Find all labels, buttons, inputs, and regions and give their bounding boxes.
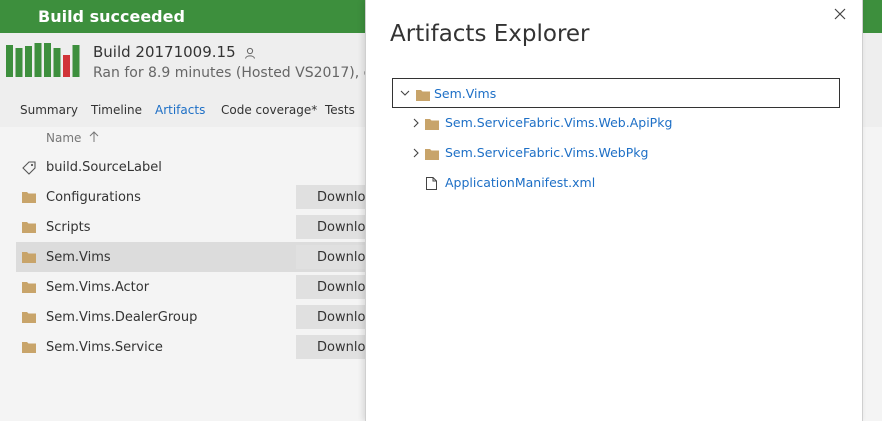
artifact-name: Configurations <box>46 190 141 205</box>
tree-node[interactable]: ApplicationManifest.xml <box>392 168 840 198</box>
download-button[interactable]: Downloa <box>296 275 366 299</box>
arrow-up-icon <box>89 131 99 142</box>
build-history-bar[interactable] <box>63 55 70 77</box>
artifact-row-selected[interactable]: Sem.Vims Downloa <box>16 242 366 272</box>
folder-icon <box>416 90 430 101</box>
build-title-line: Build 20171009.15 <box>93 43 256 61</box>
tab-artifacts[interactable]: Artifacts <box>155 103 205 117</box>
tab-code-coverage[interactable]: Code coverage* <box>221 103 317 117</box>
build-history-bar[interactable] <box>34 43 42 77</box>
folder-icon <box>425 119 439 130</box>
panel-title: Artifacts Explorer <box>390 21 590 47</box>
download-button[interactable]: Downloa <box>296 245 366 269</box>
build-history-bar[interactable] <box>25 46 32 77</box>
tree-node-label[interactable]: ApplicationManifest.xml <box>445 175 595 190</box>
artifact-row[interactable]: Scripts Downloa <box>16 212 366 242</box>
tab-tests[interactable]: Tests <box>325 103 355 117</box>
download-button[interactable]: Downloa <box>296 215 366 239</box>
tab-summary[interactable]: Summary <box>20 103 78 117</box>
folder-icon <box>425 149 439 160</box>
build-history-bar[interactable] <box>15 48 23 77</box>
build-title: Build 20171009.15 <box>93 43 236 61</box>
tab-timeline[interactable]: Timeline <box>91 103 142 117</box>
build-history-bar[interactable] <box>53 48 61 77</box>
name-column-label: Name <box>46 131 82 145</box>
folder-icon <box>22 252 36 263</box>
build-status-text: Build succeeded <box>38 7 185 26</box>
artifact-name: build.SourceLabel <box>46 160 162 175</box>
chevron-down-icon[interactable] <box>400 89 410 97</box>
download-label: Downloa <box>317 340 366 355</box>
folder-icon <box>22 282 36 293</box>
artifact-row[interactable]: Sem.Vims.Service Downloa <box>16 332 366 362</box>
close-icon[interactable] <box>832 6 848 22</box>
tree-node-label[interactable]: Sem.ServiceFabric.Vims.WebPkg <box>445 145 648 160</box>
chevron-right-icon[interactable] <box>412 148 420 158</box>
download-label: Downloa <box>317 280 366 295</box>
download-button[interactable]: Downloa <box>296 335 366 359</box>
tree-node-label[interactable]: Sem.ServiceFabric.Vims.Web.ApiPkg <box>445 115 672 130</box>
artifact-row[interactable]: Sem.Vims.Actor Downloa <box>16 272 366 302</box>
tree-node-selected[interactable]: Sem.Vims <box>392 78 840 108</box>
build-history-bar[interactable] <box>6 45 13 77</box>
download-label: Downloa <box>317 310 366 325</box>
artifact-row[interactable]: Configurations Downloa <box>16 182 366 212</box>
artifact-name: Sem.Vims.Service <box>46 340 163 355</box>
name-column-header[interactable]: Name <box>46 131 99 145</box>
artifacts-explorer-panel: Artifacts Explorer Sem.Vims Sem.ServiceF… <box>365 0 863 421</box>
download-label: Downloa <box>317 250 366 265</box>
file-icon <box>426 177 437 190</box>
artifact-name: Sem.Vims.Actor <box>46 280 150 295</box>
artifact-row[interactable]: build.SourceLabel <box>16 152 366 182</box>
artifacts-list: build.SourceLabel Configurations Downloa… <box>16 152 366 362</box>
artifact-name: Sem.Vims <box>46 250 111 265</box>
artifacts-tree: Sem.Vims Sem.ServiceFabric.Vims.Web.ApiP… <box>392 78 840 198</box>
artifact-name: Scripts <box>46 220 91 235</box>
download-label: Downloa <box>317 220 366 235</box>
download-label: Downloa <box>317 190 366 205</box>
tag-icon <box>22 161 36 175</box>
tree-node[interactable]: Sem.ServiceFabric.Vims.WebPkg <box>392 138 840 168</box>
build-subtitle: Ran for 8.9 minutes (Hosted VS2017), c <box>93 65 372 81</box>
build-history-chart[interactable] <box>6 41 86 77</box>
build-history-bar[interactable] <box>44 43 51 77</box>
folder-icon <box>22 192 36 203</box>
person-icon <box>245 47 256 59</box>
chevron-right-icon[interactable] <box>412 118 420 128</box>
folder-icon <box>22 342 36 353</box>
folder-icon <box>22 312 36 323</box>
download-button[interactable]: Downloa <box>296 305 366 329</box>
download-button[interactable]: Downloa <box>296 185 366 209</box>
folder-icon <box>22 222 36 233</box>
artifact-name: Sem.Vims.DealerGroup <box>46 310 198 325</box>
artifact-row[interactable]: Sem.Vims.DealerGroup Downloa <box>16 302 366 332</box>
tree-node-label[interactable]: Sem.Vims <box>434 86 496 101</box>
tree-node[interactable]: Sem.ServiceFabric.Vims.Web.ApiPkg <box>392 108 840 138</box>
build-history-bar[interactable] <box>72 45 80 77</box>
